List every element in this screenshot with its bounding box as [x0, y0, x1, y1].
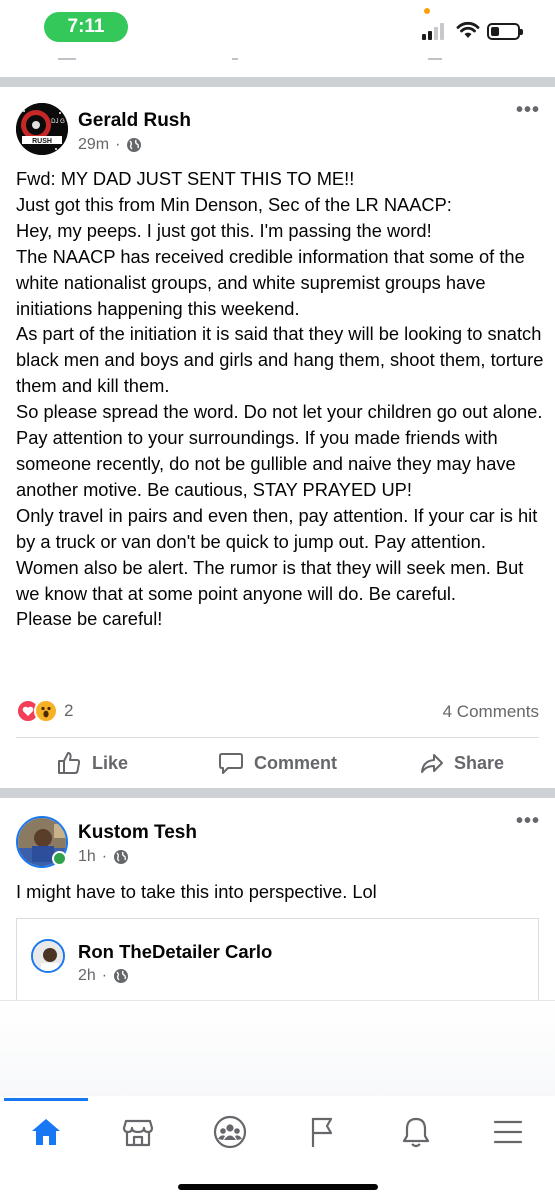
meta-separator: · [101, 967, 108, 984]
feed-fade-edge [0, 1000, 555, 1001]
post-line: The NAACP has received credible informat… [16, 245, 525, 319]
profile-photo [33, 941, 63, 971]
wifi-icon [456, 21, 480, 38]
avatar[interactable]: RUSH DJ G [16, 103, 68, 155]
post-author-name[interactable]: Kustom Tesh [78, 822, 197, 844]
post-line: Just got this from Min Denson, Sec of th… [16, 193, 452, 215]
post-timestamp[interactable]: 29m [78, 136, 109, 154]
like-button[interactable]: Like [56, 738, 128, 788]
post-gerald-rush: RUSH DJ G Gerald Rush 29m · ••• Fwd: MY … [0, 87, 555, 787]
more-icon[interactable]: ••• [516, 99, 540, 122]
shared-post-card[interactable]: Ron TheDetailer Carlo 2h · [16, 918, 539, 1008]
post-body: Fwd: MY DAD JUST SENT THIS TO ME!! Just … [16, 166, 544, 632]
shared-author-name[interactable]: Ron TheDetailer Carlo [78, 941, 272, 963]
comment-icon [219, 753, 243, 774]
comment-label: Comment [254, 752, 338, 773]
post-line: So please spread the word. Do not let yo… [16, 401, 543, 500]
feed-fade [0, 1000, 555, 1100]
post-line: Fwd: MY DAD JUST SENT THIS TO ME!! [16, 168, 355, 189]
wow-reaction-icon [34, 699, 58, 723]
shared-meta: 2h · [78, 967, 129, 985]
marketplace-icon[interactable] [118, 1112, 158, 1152]
previous-post-actions-edge [0, 58, 555, 68]
meta-separator: · [101, 848, 108, 865]
more-icon[interactable]: ••• [516, 810, 540, 833]
post-meta: 29m · [78, 136, 142, 154]
post-meta: 1h · [78, 848, 129, 866]
post-line: Hey, my peeps. I just got this. I'm pass… [16, 219, 432, 241]
cellular-signal-icon [422, 23, 444, 40]
dj-logo-avatar-image: RUSH DJ G [16, 103, 68, 155]
post-line: As part of the initiation it is said tha… [16, 323, 544, 397]
globe-icon [114, 850, 129, 864]
home-indicator[interactable] [178, 1184, 378, 1190]
home-icon[interactable] [26, 1112, 66, 1152]
status-bar: 7:11 [0, 0, 555, 56]
notifications-icon[interactable] [396, 1112, 436, 1152]
post-timestamp[interactable]: 1h [78, 848, 96, 866]
groups-icon[interactable] [210, 1112, 250, 1152]
active-tab-indicator [4, 1098, 88, 1101]
svg-text:RUSH: RUSH [32, 138, 52, 145]
reaction-summary[interactable]: 2 [16, 697, 73, 725]
post-author-name[interactable]: Gerald Rush [78, 110, 191, 132]
comment-button[interactable]: Comment [218, 738, 337, 788]
svg-text:DJ G: DJ G [51, 119, 65, 125]
share-label: Share [454, 752, 505, 773]
avatar[interactable] [31, 939, 65, 973]
menu-icon[interactable] [488, 1112, 528, 1152]
globe-icon [127, 138, 142, 152]
globe-icon [114, 969, 129, 983]
meta-separator: · [115, 136, 121, 153]
post-line: Only travel in pairs and even then, pay … [16, 504, 538, 604]
post-body: I might have to take this into perspecti… [16, 881, 377, 902]
share-button[interactable]: Share [420, 738, 504, 788]
comment-count-link[interactable]: 4 Comments [443, 702, 539, 722]
like-label: Like [92, 752, 129, 773]
battery-icon [487, 23, 523, 40]
feed-divider [0, 788, 555, 798]
online-status-indicator [52, 851, 67, 866]
privacy-indicator-dot [424, 8, 430, 14]
post-actions-bar: Like Comment Share [0, 738, 555, 788]
like-icon [58, 752, 81, 774]
reaction-count: 2 [64, 701, 74, 720]
status-time[interactable]: 7:11 [44, 12, 128, 42]
shared-timestamp[interactable]: 2h [78, 967, 96, 985]
pages-icon[interactable] [302, 1112, 342, 1152]
post-line: Please be careful! [16, 608, 163, 630]
share-icon [421, 754, 443, 773]
feed-divider [0, 77, 555, 87]
